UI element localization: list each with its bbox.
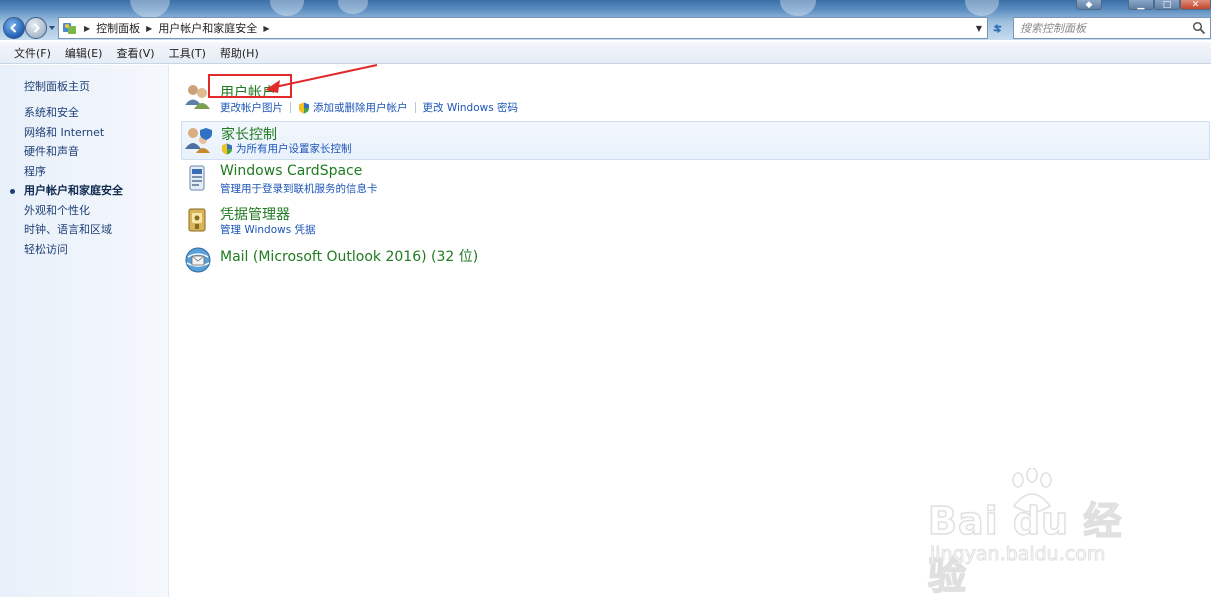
watermark-url: jingyan.baidu.com [929, 543, 1106, 566]
category-links-cardspace: 管理用于登录到联机服务的信息卡 [220, 181, 378, 196]
breadcrumb-user-accounts[interactable]: 用户帐户和家庭安全 [158, 20, 257, 36]
sidebar-item-clock-language[interactable]: 时钟、语言和区域 [24, 223, 123, 243]
sidebar-item-ease-of-access[interactable]: 轻松访问 [24, 243, 123, 263]
category-links-user-accounts: 更改帐户图片 添加或删除用户帐户 更改 Windows 密码 [220, 100, 518, 115]
background-decoration [780, 0, 816, 16]
category-links-parental-controls: 为所有用户设置家长控制 [221, 141, 352, 156]
background-decoration [338, 0, 368, 14]
background-decoration [270, 0, 304, 16]
search-icon[interactable] [1192, 21, 1206, 35]
category-cardspace: Windows CardSpace 管理用于登录到联机服务的信息卡 [181, 161, 1210, 201]
link-separator [414, 102, 416, 113]
background-decoration [130, 0, 170, 18]
maximize-button[interactable]: □ [1154, 0, 1180, 10]
category-title-credential-manager[interactable]: 凭据管理器 [220, 204, 290, 224]
menu-edit[interactable]: 编辑(E) [65, 45, 103, 61]
sidebar-item-system-security[interactable]: 系统和安全 [24, 106, 123, 126]
background-decoration [965, 0, 999, 16]
uac-shield-icon [222, 143, 232, 154]
title-bar: ▶ 控制面板 ▶ 用户帐户和家庭安全 ▶ ▼ ◆ ▁ □ ✕ [0, 0, 1211, 40]
arrow-right-icon [33, 23, 40, 33]
refresh-icon [993, 23, 1001, 33]
address-bar[interactable]: ▶ 控制面板 ▶ 用户帐户和家庭安全 ▶ [58, 17, 988, 39]
menu-tools[interactable]: 工具(T) [169, 45, 206, 61]
sidebar-item-hardware-sound[interactable]: 硬件和声音 [24, 145, 123, 165]
category-title-cardspace[interactable]: Windows CardSpace [220, 163, 362, 179]
parental-control-icon [185, 128, 212, 153]
breadcrumb-control-panel[interactable]: 控制面板 [96, 20, 140, 36]
category-mail: Mail (Microsoft Outlook 2016) (32 位) [181, 244, 1210, 278]
window-extra-button[interactable]: ◆ [1076, 0, 1102, 10]
link-change-account-picture[interactable]: 更改帐户图片 [220, 100, 283, 115]
sidebar-item-appearance[interactable]: 外观和个性化 [24, 204, 123, 224]
menu-view[interactable]: 查看(V) [116, 45, 154, 61]
link-manage-windows-credentials[interactable]: 管理 Windows 凭据 [220, 222, 316, 237]
category-parental-controls: 家长控制 为所有用户设置家长控制 [181, 121, 1210, 160]
address-dropdown-button[interactable]: ▼ [972, 17, 986, 39]
baidu-watermark: Bai du 经验 jingyan.baidu.com [927, 468, 1158, 599]
category-links-credential-manager: 管理 Windows 凭据 [220, 222, 316, 237]
annotation-arrow-icon [265, 64, 378, 93]
search-input[interactable] [1020, 21, 1190, 35]
back-button[interactable] [3, 17, 25, 39]
sidebar-item-programs[interactable]: 程序 [24, 165, 123, 185]
link-setup-parental-controls[interactable]: 为所有用户设置家长控制 [236, 141, 352, 156]
sidebar-category-list: 系统和安全 网络和 Internet 硬件和声音 程序 用户帐户和家庭安全 外观… [10, 106, 123, 263]
link-change-windows-password[interactable]: 更改 Windows 密码 [423, 100, 519, 115]
link-manage-information-cards[interactable]: 管理用于登录到联机服务的信息卡 [220, 181, 378, 196]
sidebar-item-network-internet[interactable]: 网络和 Internet [24, 126, 123, 146]
control-panel-icon [63, 23, 76, 34]
close-button[interactable]: ✕ [1180, 0, 1211, 10]
forward-button[interactable] [25, 17, 47, 39]
sidebar-item-control-panel-home[interactable]: 控制面板主页 [24, 78, 90, 94]
recent-pages-dropdown[interactable] [48, 24, 56, 32]
sidebar-item-user-accounts[interactable]: 用户帐户和家庭安全 [10, 184, 123, 204]
sidebar: 控制面板主页 系统和安全 网络和 Internet 硬件和声音 程序 用户帐户和… [0, 65, 169, 597]
link-add-remove-accounts[interactable]: 添加或删除用户帐户 [313, 100, 408, 115]
refresh-button[interactable] [988, 17, 1006, 39]
cardspace-icon [189, 165, 205, 191]
menu-file[interactable]: 文件(F) [14, 45, 51, 61]
breadcrumb-separator: ▶ [84, 23, 91, 33]
search-box[interactable] [1013, 17, 1211, 39]
category-credential-manager: 凭据管理器 管理 Windows 凭据 [181, 202, 1210, 242]
menu-help[interactable]: 帮助(H) [220, 45, 259, 61]
uac-shield-icon [299, 102, 309, 113]
menu-bar: 文件(F) 编辑(E) 查看(V) 工具(T) 帮助(H) [0, 42, 1211, 64]
breadcrumb-separator[interactable]: ▶ [263, 24, 269, 33]
credential-manager-icon [188, 208, 206, 232]
link-separator [290, 102, 291, 113]
arrow-left-icon [10, 23, 17, 33]
minimize-button[interactable]: ▁ [1128, 0, 1154, 10]
mail-icon [185, 247, 211, 273]
breadcrumb-separator: ▶ [146, 23, 153, 33]
category-title-mail[interactable]: Mail (Microsoft Outlook 2016) (32 位) [220, 246, 478, 266]
